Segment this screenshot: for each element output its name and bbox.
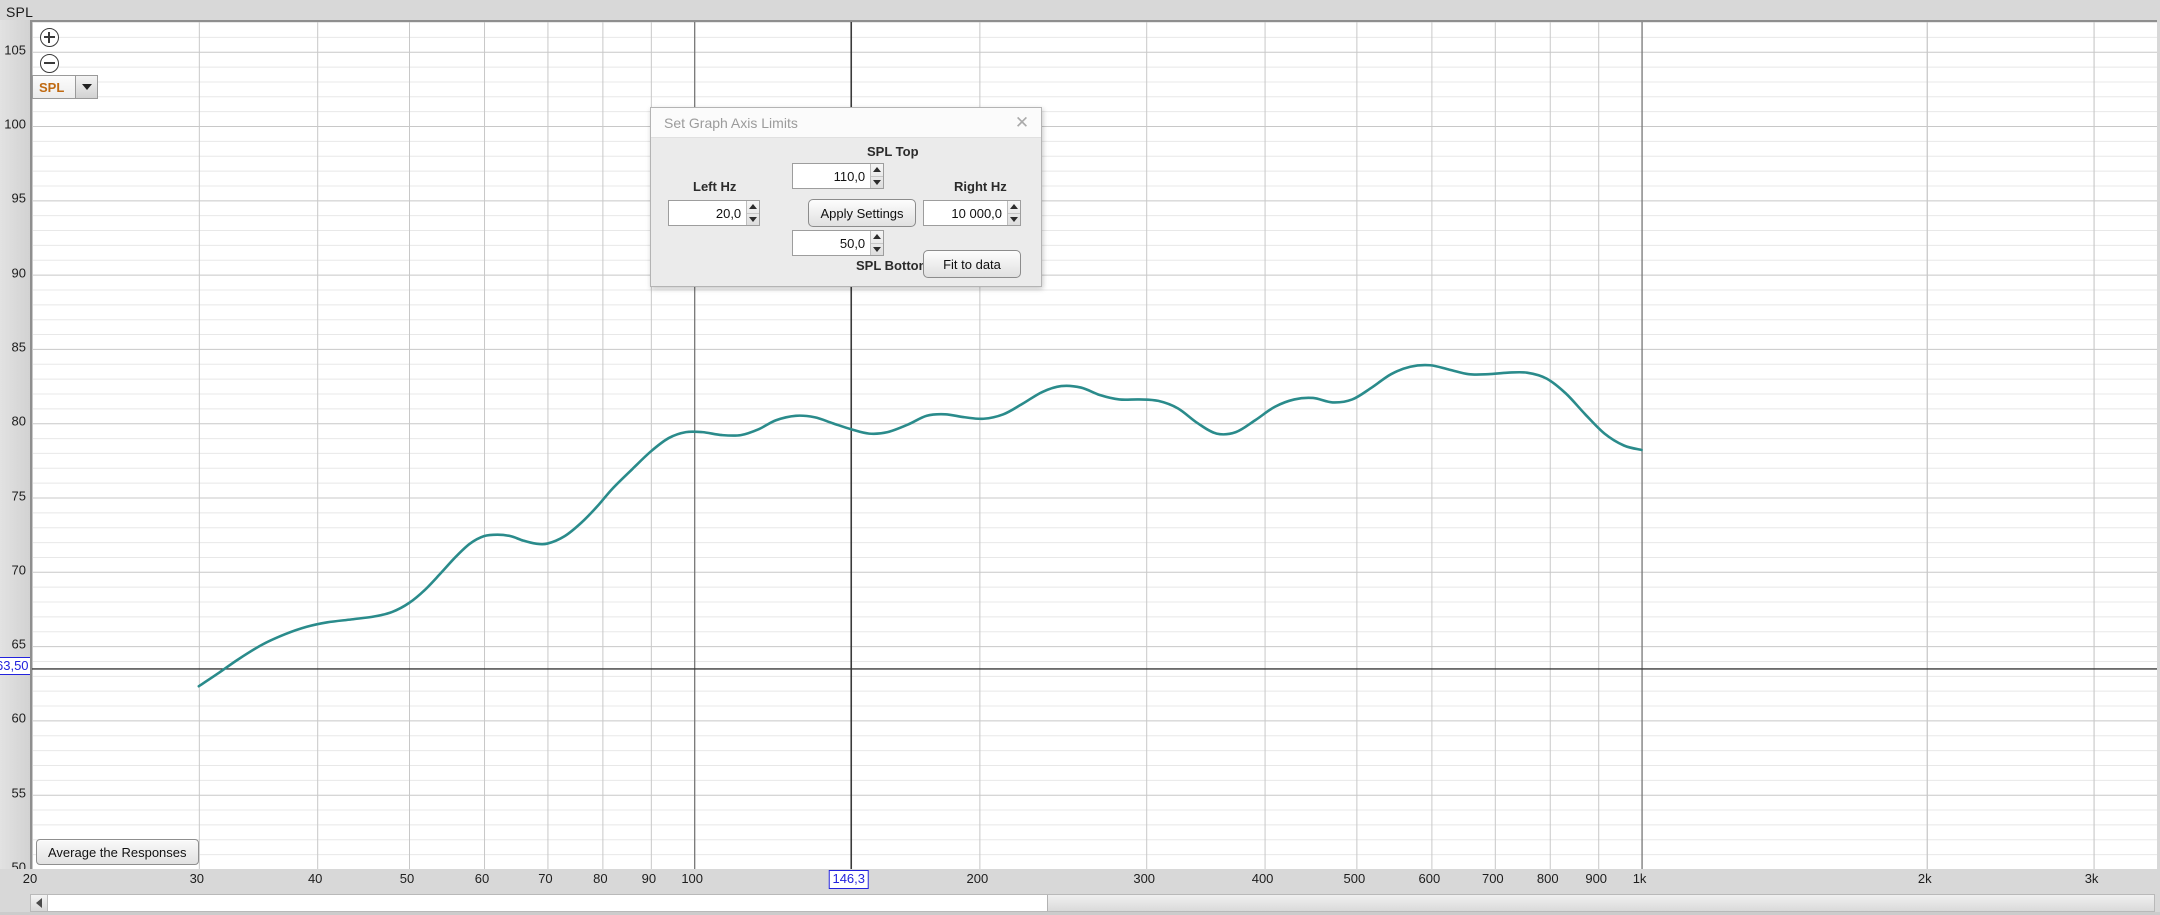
- right-hz-decrement-button[interactable]: [1008, 214, 1020, 226]
- dialog-titlebar[interactable]: Set Graph Axis Limits ✕: [651, 108, 1041, 138]
- left-hz-decrement-button[interactable]: [747, 214, 759, 226]
- y-axis: 5055606570758085909510010563,50: [0, 20, 32, 875]
- x-axis-tick: 30: [189, 871, 205, 886]
- left-hz-spinner[interactable]: [668, 200, 760, 226]
- y-axis-tick: 90: [11, 265, 26, 281]
- measurement-axis-select-value: SPL: [39, 79, 65, 95]
- grid-vertical: [32, 22, 2095, 869]
- measurement-axis-select[interactable]: SPL: [32, 75, 98, 99]
- x-axis-tick: 80: [593, 871, 608, 886]
- x-axis-tick: 1k: [1632, 871, 1647, 886]
- right-hz-spin-buttons[interactable]: [1007, 201, 1020, 225]
- spl-bottom-decrement-button[interactable]: [871, 244, 883, 256]
- spl-bottom-spinner[interactable]: [792, 230, 884, 256]
- y-axis-tick: 70: [11, 562, 26, 578]
- spl-top-label: SPL Top: [867, 144, 919, 159]
- zoom-in-icon[interactable]: [40, 28, 59, 47]
- zoom-out-icon[interactable]: [40, 54, 59, 73]
- y-axis-tick: 65: [11, 636, 26, 652]
- spl-bottom-increment-button[interactable]: [871, 231, 883, 244]
- spl-plot-area[interactable]: [30, 20, 2157, 869]
- left-hz-label: Left Hz: [693, 179, 737, 194]
- y-axis-tick: 80: [11, 413, 26, 429]
- x-axis-tick: 100: [681, 871, 704, 886]
- left-hz-increment-button[interactable]: [747, 201, 759, 214]
- set-graph-axis-limits-dialog: Set Graph Axis Limits ✕ SPL Top Left Hz: [650, 107, 1042, 287]
- right-hz-spinner[interactable]: [923, 200, 1021, 226]
- x-axis-tick: 90: [641, 871, 657, 886]
- y-axis-tick: 85: [11, 339, 26, 355]
- x-axis-tick: 50: [399, 871, 415, 886]
- y-axis-tick: 105: [4, 42, 26, 58]
- fit-to-data-button[interactable]: Fit to data: [923, 250, 1021, 278]
- x-axis-tick: 70: [538, 871, 553, 886]
- x-axis-tick: 600: [1418, 871, 1441, 886]
- grid-major-horizontal: [32, 51, 2157, 796]
- left-hz-input[interactable]: [669, 201, 747, 225]
- scrollbar-thumb[interactable]: [48, 895, 1048, 911]
- x-axis-tick: 2k: [1917, 871, 1932, 886]
- apply-settings-button[interactable]: Apply Settings: [808, 199, 916, 227]
- spl-top-decrement-button[interactable]: [871, 177, 883, 189]
- left-hz-spin-buttons[interactable]: [746, 201, 759, 225]
- y-axis-tick: 60: [11, 710, 26, 726]
- y-axis-tick: 75: [11, 488, 26, 503]
- horizontal-scrollbar[interactable]: [30, 894, 2155, 912]
- dialog-body: SPL Top Left Hz Apply Settings Right Hz: [651, 138, 1041, 287]
- x-axis-tick: 60: [474, 871, 490, 886]
- y-cursor-readout: 63,50: [0, 657, 32, 676]
- chevron-left-icon[interactable]: [31, 895, 48, 911]
- x-axis-tick: 500: [1343, 871, 1366, 886]
- y-axis-tick: 95: [11, 190, 26, 206]
- spl-chart-svg: [32, 22, 2157, 869]
- chevron-down-icon[interactable]: [75, 76, 97, 98]
- spl-top-increment-button[interactable]: [871, 164, 883, 177]
- spl-bottom-input[interactable]: [793, 231, 871, 255]
- x-axis-tick: 900: [1585, 871, 1608, 886]
- x-axis-tick: 700: [1481, 871, 1504, 886]
- spl-bottom-label: SPL Bottom: [856, 258, 931, 273]
- right-hz-label: Right Hz: [954, 179, 1007, 194]
- x-axis-tick: 20: [22, 871, 38, 886]
- spl-top-spin-buttons[interactable]: [870, 164, 883, 188]
- spl-bottom-spin-buttons[interactable]: [870, 231, 883, 255]
- x-axis-tick: 40: [307, 871, 323, 886]
- dialog-title: Set Graph Axis Limits: [664, 114, 798, 131]
- right-hz-increment-button[interactable]: [1008, 201, 1020, 214]
- right-hz-input[interactable]: [924, 201, 1008, 225]
- x-axis-tick: 300: [1133, 871, 1156, 886]
- close-icon[interactable]: ✕: [1009, 111, 1035, 135]
- x-axis-tick: 800: [1536, 871, 1559, 886]
- x-axis-tick: 400: [1251, 871, 1274, 886]
- x-axis-tick: 3k: [2084, 871, 2099, 886]
- spl-response-trace: [197, 363, 1643, 688]
- y-axis-tick: 100: [4, 116, 26, 132]
- x-axis: 20 30 40 50 60 70 80 90 100 200 300 400 500 600 700 800…: [23, 869, 2160, 893]
- x-axis-tick: 200: [966, 871, 989, 886]
- y-axis-title: SPL: [6, 4, 34, 20]
- spl-top-spinner[interactable]: [792, 163, 884, 189]
- scrollbar-track[interactable]: [1048, 895, 2154, 911]
- spl-top-input[interactable]: [793, 164, 871, 188]
- y-axis-tick: 55: [11, 785, 26, 801]
- grid-minor-horizontal: [32, 22, 2157, 856]
- x-cursor-readout: 146,3: [828, 870, 870, 889]
- average-the-responses-button[interactable]: Average the Responses: [36, 839, 199, 865]
- rew-spl-graph-window: SPL 50 55 60 65 70 75 80 85 90 95 100 105 63,50 SPL …: [0, 0, 2160, 915]
